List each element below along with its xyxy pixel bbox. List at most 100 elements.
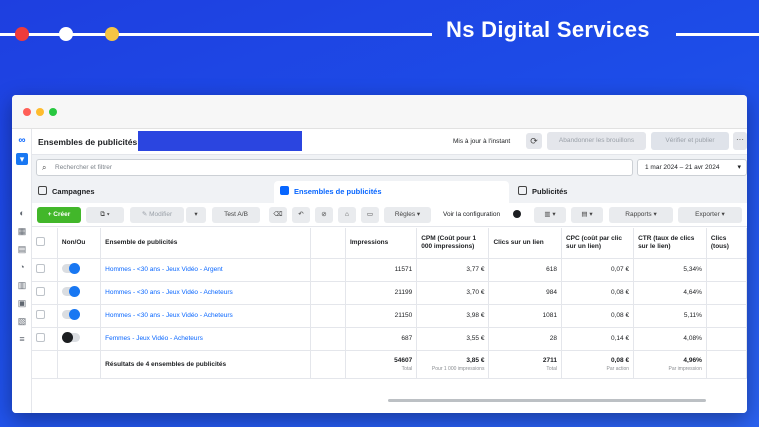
tab-ads[interactable]: Publicités xyxy=(518,181,567,203)
ad-set-name[interactable]: Hommes - <30 ans - Jeux Vidéo - Acheteur… xyxy=(100,281,311,305)
row-select-cell[interactable] xyxy=(32,281,58,305)
audience-icon[interactable]: ◔ xyxy=(16,261,28,273)
tab-campaigns[interactable]: Campagnes xyxy=(38,181,95,203)
search-box[interactable]: ⌕ xyxy=(36,159,633,176)
row-select-cell[interactable] xyxy=(32,258,58,282)
total-empty-cell xyxy=(57,350,102,379)
row-select-cell[interactable] xyxy=(32,327,58,351)
ad-sets-table: Non/Ou Ensemble de publicités Impression… xyxy=(32,228,747,379)
delivery-toggle[interactable] xyxy=(61,332,80,343)
ad-set-name[interactable]: Hommes - <30 ans - Jeux Vidéo - Argent xyxy=(100,258,311,282)
date-range-picker[interactable]: 1 mar 2024 – 21 avr 2024 ▾ xyxy=(637,159,747,176)
account-icon[interactable]: ▾ xyxy=(16,153,28,165)
link-clicks-cell: 28 xyxy=(488,327,562,351)
search-input[interactable] xyxy=(55,161,625,174)
maximize-window-button[interactable] xyxy=(49,108,57,116)
status-cell[interactable] xyxy=(57,304,102,328)
delivery-toggle[interactable] xyxy=(61,263,80,274)
delivery-toggle[interactable] xyxy=(61,286,80,297)
billing-icon[interactable]: ▣ xyxy=(16,297,28,309)
column-header[interactable]: CPM (Coût pour 1 000 impressions) xyxy=(416,228,490,259)
table-content: + Créer ⧉ ▾ ✎ Modifier ▾ Test A/B ⌫ ↶ ⊘ … xyxy=(32,203,747,413)
trash-icon[interactable]: ⌫ xyxy=(269,207,287,223)
window-titlebar xyxy=(12,95,747,129)
banner-line-right xyxy=(676,33,759,36)
column-header[interactable]: CTR (taux de clics sur le lien) xyxy=(633,228,707,259)
cpm-cell: 3,98 € xyxy=(416,304,490,328)
column-header[interactable]: Ensemble de publicités xyxy=(100,228,311,259)
column-header[interactable]: CPC (coût par clic sur un lien) xyxy=(561,228,635,259)
configuration-toggle[interactable] xyxy=(513,210,521,218)
edit-button[interactable]: ✎ Modifier xyxy=(130,207,184,223)
update-status: Mis à jour à l'instant xyxy=(453,138,511,145)
checkbox[interactable] xyxy=(36,264,45,273)
page-title: Ensembles de publicités xyxy=(38,137,138,147)
duplicate-button[interactable]: ⧉ ▾ xyxy=(86,207,124,223)
review-publish-button[interactable]: Vérifier et publier xyxy=(651,132,729,150)
rules-button[interactable]: Règles ▾ xyxy=(384,207,431,223)
all-clicks-cell xyxy=(706,350,747,379)
comment-icon[interactable]: ▭ xyxy=(361,207,379,223)
status-cell[interactable] xyxy=(57,258,102,282)
breakdown-button[interactable]: ▤ ▾ xyxy=(571,207,603,223)
pages-icon[interactable]: ▤ xyxy=(16,243,28,255)
all-clicks-cell xyxy=(706,327,747,351)
column-header[interactable]: Impressions xyxy=(345,228,418,259)
row-select-cell[interactable] xyxy=(32,304,58,328)
ad-set-name[interactable]: Femmes - Jeux Vidéo - Acheteurs xyxy=(100,327,311,351)
spacer-cell xyxy=(310,258,346,282)
checkbox[interactable] xyxy=(36,237,45,246)
search-row: ⌕ 1 mar 2024 – 21 avr 2024 ▾ xyxy=(32,155,747,179)
discard-drafts-button[interactable]: Abandonner les brouillons xyxy=(547,132,646,150)
table-row[interactable]: Femmes - Jeux Vidéo - Acheteurs 687 3,55… xyxy=(32,327,747,351)
ab-test-button[interactable]: Test A/B xyxy=(212,207,260,223)
undo-icon[interactable]: ↶ xyxy=(292,207,310,223)
menu-icon[interactable]: ≡ xyxy=(16,333,28,345)
tab-label: Campagnes xyxy=(52,187,95,196)
reports-button[interactable]: Rapports ▾ xyxy=(609,207,673,223)
column-header-spacer xyxy=(310,228,346,259)
delivery-toggle[interactable] xyxy=(61,309,80,320)
columns-button[interactable]: ▥ ▾ xyxy=(534,207,566,223)
edit-dropdown-button[interactable]: ▾ xyxy=(186,207,206,223)
yellow-dot xyxy=(105,27,119,41)
tab-label: Ensembles de publicités xyxy=(294,187,382,196)
delete-icon[interactable]: ⊘ xyxy=(315,207,333,223)
checkbox[interactable] xyxy=(36,287,45,296)
column-header[interactable]: Non/Ou xyxy=(57,228,102,259)
status-cell[interactable] xyxy=(57,327,102,351)
total-impressions: 54607 Total xyxy=(345,350,418,379)
overview-icon[interactable]: ◐ xyxy=(16,207,28,219)
level-tabs: Campagnes Ensembles de publicités Public… xyxy=(32,179,747,203)
grid-icon[interactable]: ▦ xyxy=(16,225,28,237)
total-ctr: 4,96% Par impression xyxy=(633,350,707,379)
ad-set-name[interactable]: Hommes - <30 ans - Jeux Vidéo - Acheteur… xyxy=(100,304,311,328)
table-row[interactable]: Hommes - <30 ans - Jeux Vidéo - Acheteur… xyxy=(32,281,747,305)
reports-icon[interactable]: ▥ xyxy=(16,279,28,291)
checkbox[interactable] xyxy=(36,310,45,319)
export-button[interactable]: Exporter ▾ xyxy=(678,207,742,223)
select-all-cell[interactable] xyxy=(32,228,58,259)
refresh-button[interactable]: ⟳ xyxy=(526,133,542,149)
tab-ad-sets[interactable]: Ensembles de publicités xyxy=(274,181,509,203)
create-button[interactable]: + Créer xyxy=(37,207,81,223)
white-dot xyxy=(59,27,73,41)
more-options-button[interactable]: ··· xyxy=(733,132,747,150)
documents-icon[interactable]: ▧ xyxy=(16,315,28,327)
table-row[interactable]: Hommes - <30 ans - Jeux Vidéo - Acheteur… xyxy=(32,304,747,328)
checkbox[interactable] xyxy=(36,333,45,342)
cpm-cell: 3,55 € xyxy=(416,327,490,351)
close-window-button[interactable] xyxy=(23,108,31,116)
meta-logo-icon[interactable]: ∞ xyxy=(16,135,28,147)
minimize-window-button[interactable] xyxy=(36,108,44,116)
tag-icon[interactable]: ⌂ xyxy=(338,207,356,223)
table-row[interactable]: Hommes - <30 ans - Jeux Vidéo - Argent 1… xyxy=(32,258,747,282)
all-clicks-cell xyxy=(706,258,747,282)
column-header[interactable]: Clics sur un lien xyxy=(488,228,562,259)
status-cell[interactable] xyxy=(57,281,102,305)
spacer-cell xyxy=(310,327,346,351)
table-toolbar: + Créer ⧉ ▾ ✎ Modifier ▾ Test A/B ⌫ ↶ ⊘ … xyxy=(32,203,747,227)
horizontal-scrollbar[interactable] xyxy=(388,399,706,402)
column-header[interactable]: Clics (tous) xyxy=(706,228,747,259)
toggle-knob xyxy=(68,286,80,297)
